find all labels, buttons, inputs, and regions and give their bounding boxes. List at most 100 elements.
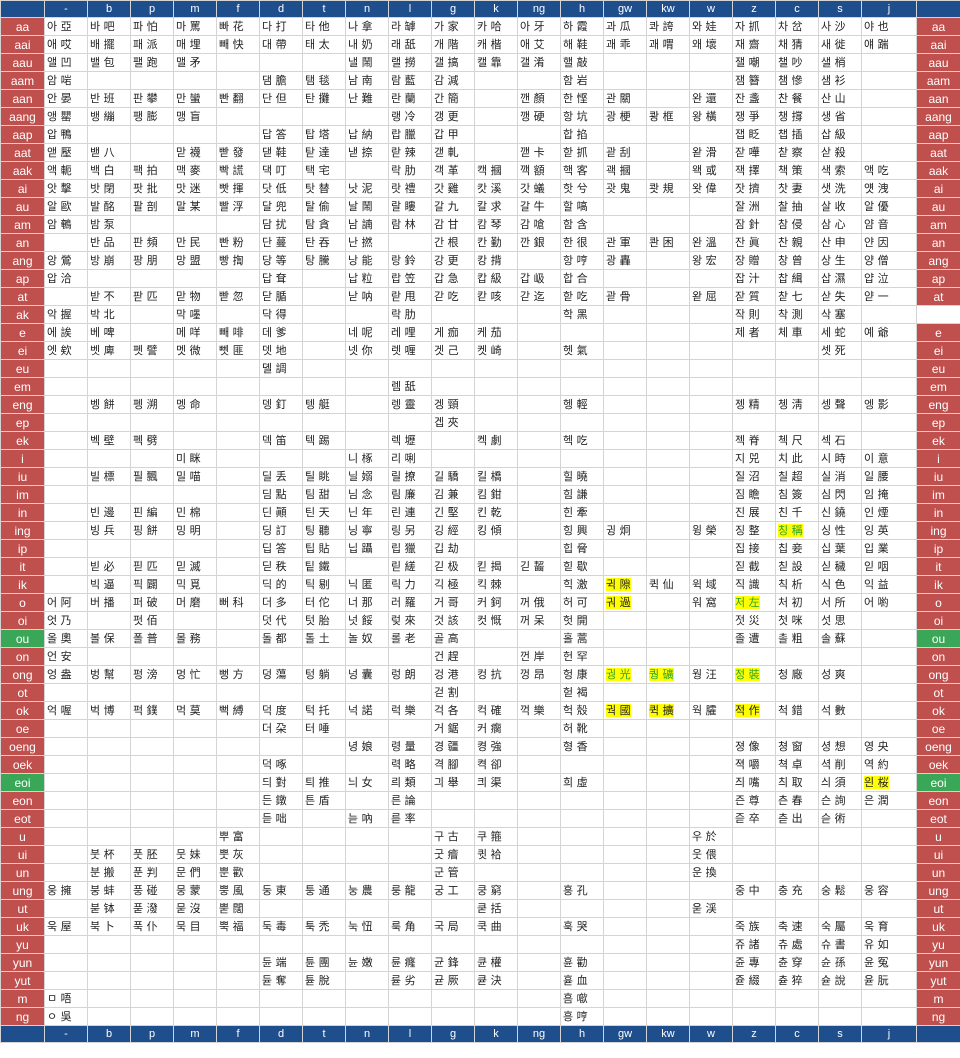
syllable-cell: 펑 滂 [130,665,174,684]
syllable-cell [431,791,475,810]
table-row: eon 든 鐓튼 盾른 論즌 尊츤 春슨 詢은 潤 eon [0,791,960,810]
syllable-cell [517,899,561,918]
syllable-cell [603,539,647,558]
syllable-cell [603,305,647,324]
syllable-cell: 액 吃 [861,161,917,180]
syllable-cell: 닫 腯 [259,287,303,306]
syllable-cell [646,917,690,936]
syllable-cell [345,647,389,666]
syllable-cell [861,89,917,108]
row-label-right: aak [916,161,960,180]
syllable-cell: 긷 齧 [517,557,561,576]
syllable-cell: 킬 橋 [474,467,518,486]
table-row: ot 걷 割 헏 褐 ot [0,683,960,702]
syllable-cell: 뻐 科 [216,593,260,612]
syllable-cell: 갣 軋 [431,143,475,162]
syllable-cell: 묻 沒 [173,899,217,918]
syllable-cell: 펫 譬 [130,341,174,360]
row-label-right: au [916,197,960,216]
syllable-cell: 킹 傾 [474,521,518,540]
syllable-cell [646,521,690,540]
syllable-cell: 풋 胚 [130,845,174,864]
syllable-cell: 갤 淆 [517,53,561,72]
syllable-cell: 즏 卒 [732,809,776,828]
syllable-cell [861,143,917,162]
syllable-cell: 발 酩 [87,197,131,216]
syllable-cell: 잼 簪 [732,71,776,90]
syllable-cell: 정 裝 [732,665,776,684]
syllable-cell [646,143,690,162]
syllable-cell [431,431,475,450]
syllable-cell [646,773,690,792]
syllable-cell [646,503,690,522]
syllable-cell: 벳 庳 [87,341,131,360]
syllable-cell: 킨 乾 [474,503,518,522]
syllable-cell: 당 等 [259,251,303,270]
syllable-cell [861,845,917,864]
syllable-cell [345,935,389,954]
table-row: oi 엇 乃펏 佰덧 代텃 胎넛 餒렂 來것 該컷 慨꺼 呆헛 開젓 災첫 咪섯 … [0,611,960,630]
syllable-cell: 죽 族 [732,917,776,936]
syllable-cell: 적 作 [732,701,776,720]
syllable-cell: 묵 目 [173,917,217,936]
syllable-cell [689,431,733,450]
syllable-cell: 궈 過 [603,593,647,612]
syllable-cell: 엇 乃 [44,611,88,630]
syllable-cell [560,899,604,918]
column-header-col-5: d [259,0,303,18]
syllable-cell: 경 疆 [431,737,475,756]
syllable-cell [603,197,647,216]
table-row: o어 阿버 播퍼 破머 磨뻐 科더 多터 佗너 那러 羅거 哥커 鈳꺼 俄허 可… [0,593,960,612]
syllable-cell: 깽 硬 [517,107,561,126]
syllable-cell: 롤 老 [388,629,432,648]
syllable-cell: 왝 或 [689,161,733,180]
syllable-cell: 겅 港 [431,665,475,684]
syllable-cell [517,449,561,468]
syllable-cell [689,881,733,900]
syllable-cell [646,755,690,774]
syllable-cell: 팩 拍 [130,161,174,180]
syllable-cell: 퀵 仙 [646,575,690,594]
syllable-cell [130,71,174,90]
syllable-cell [130,719,174,738]
syllable-cell: 헹 輕 [560,395,604,414]
syllable-cell: 빋 必 [87,557,131,576]
syllable-cell [302,863,346,882]
syllable-cell: 캅 級 [474,269,518,288]
syllable-cell: 찬 餐 [775,89,819,108]
syllable-cell [44,413,88,432]
syllable-cell: 팰 跑 [130,53,174,72]
syllable-cell: 뻑 縛 [216,701,260,720]
syllable-cell [732,647,776,666]
syllable-cell: 긷 极 [431,557,475,576]
syllable-cell: 판 頻 [130,233,174,252]
syllable-cell [474,143,518,162]
row-label-left: eu [0,359,45,378]
syllable-cell [689,71,733,90]
syllable-cell: 촐 粗 [775,629,819,648]
syllable-cell: 즌 尊 [732,791,776,810]
syllable-cell [861,71,917,90]
syllable-cell [689,125,733,144]
syllable-cell: 낼 鬧 [345,53,389,72]
syllable-cell: 린 連 [388,503,432,522]
row-label-right: im [916,485,960,504]
syllable-cell: 헝 康 [560,665,604,684]
row-label-right: o [916,593,960,612]
column-footer-row: - b p m f d t n l g k ng h gw kw w z c s j [0,1025,960,1043]
syllable-cell: 뉸 嫩 [345,953,389,972]
table-row: am 암 鵪밤 泵담 扰탐 貪남 諵람 林감 甘캄 琴감 嗆함 含잠 針참 侵삼 … [0,215,960,234]
syllable-cell: 왇 滑 [689,143,733,162]
row-label-left: ou [0,629,45,648]
syllable-cell [861,899,917,918]
syllable-cell [259,413,303,432]
syllable-cell [173,377,217,396]
table-row: ai 앗 擊밧 閉팟 批맛 迷빳 揮닷 低탓 替낫 泥랏 禮갓 雞캇 溪갓 蟻핫 … [0,179,960,198]
syllable-cell [689,485,733,504]
column-footer-col-16: z [732,1025,776,1043]
syllable-cell [259,647,303,666]
syllable-cell [173,539,217,558]
syllable-cell [130,269,174,288]
syllable-cell: 궁 工 [431,881,475,900]
row-label-left: yu [0,935,45,954]
